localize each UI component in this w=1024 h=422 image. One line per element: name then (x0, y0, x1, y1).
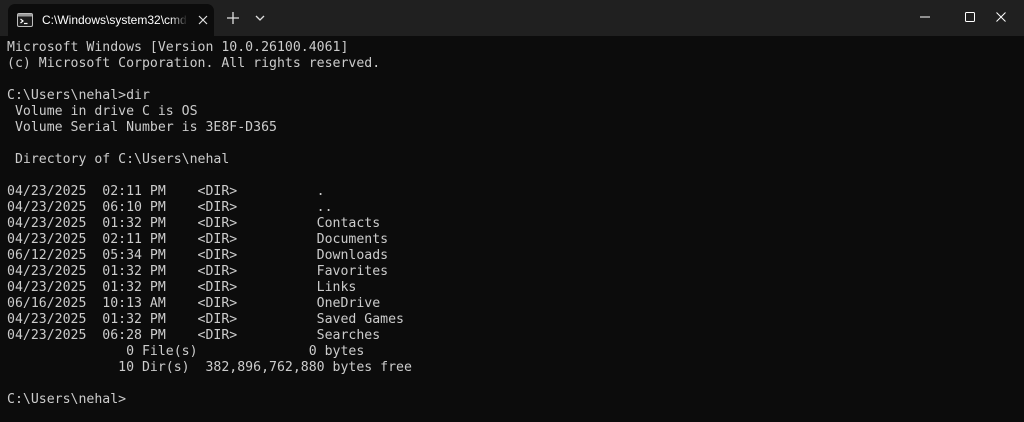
terminal-window: C:\Windows\system32\cmd.exe (0, 0, 1024, 422)
tab-cmd[interactable]: C:\Windows\system32\cmd.exe (8, 4, 214, 36)
terminal-line: C:\Users\nehal>dir (7, 88, 150, 103)
minimize-button[interactable] (902, 0, 948, 34)
terminal-line: Microsoft Windows [Version 10.0.26100.40… (7, 40, 349, 55)
chevron-down-icon[interactable] (252, 11, 268, 25)
terminal-line: 06/16/2025 10:13 AM <DIR> OneDrive (7, 296, 381, 311)
terminal-line: (c) Microsoft Corporation. All rights re… (7, 56, 381, 71)
terminal-line: 04/23/2025 01:32 PM <DIR> Favorites (7, 264, 389, 279)
close-icon (996, 12, 1006, 22)
maximize-icon (965, 12, 975, 22)
terminal-line: 0 File(s) 0 bytes (7, 344, 365, 359)
terminal-line: 04/23/2025 01:32 PM <DIR> Contacts (7, 216, 381, 231)
terminal-line: Volume in drive C is OS (7, 104, 198, 119)
terminal-line: 04/23/2025 06:28 PM <DIR> Searches (7, 328, 381, 343)
terminal-line: 04/23/2025 01:32 PM <DIR> Links (7, 280, 357, 295)
title-bar[interactable]: C:\Windows\system32\cmd.exe (0, 0, 1024, 36)
terminal-line: 04/23/2025 06:10 PM <DIR> .. (7, 200, 333, 215)
close-window-button[interactable] (978, 0, 1024, 34)
close-tab-icon[interactable] (196, 13, 210, 27)
terminal-line: 04/23/2025 01:32 PM <DIR> Saved Games (7, 312, 404, 327)
terminal-line: 04/23/2025 02:11 PM <DIR> . (7, 184, 325, 199)
terminal-icon (17, 13, 33, 27)
new-tab-icon[interactable] (224, 9, 242, 27)
tab-title: C:\Windows\system32\cmd.exe (42, 13, 188, 27)
terminal-line: 06/12/2025 05:34 PM <DIR> Downloads (7, 248, 389, 263)
terminal-output[interactable]: Microsoft Windows [Version 10.0.26100.40… (7, 40, 1017, 420)
command-prompt[interactable] (7, 408, 1017, 420)
terminal-line: C:\Users\nehal> (7, 392, 127, 407)
terminal-line: 10 Dir(s) 382,896,762,880 bytes free (7, 360, 412, 375)
terminal-line: 04/23/2025 02:11 PM <DIR> Documents (7, 232, 389, 247)
terminal-line: Directory of C:\Users\nehal (7, 152, 230, 167)
terminal-line: Volume Serial Number is 3E8F-D365 (7, 120, 277, 135)
minimize-icon (920, 16, 930, 18)
